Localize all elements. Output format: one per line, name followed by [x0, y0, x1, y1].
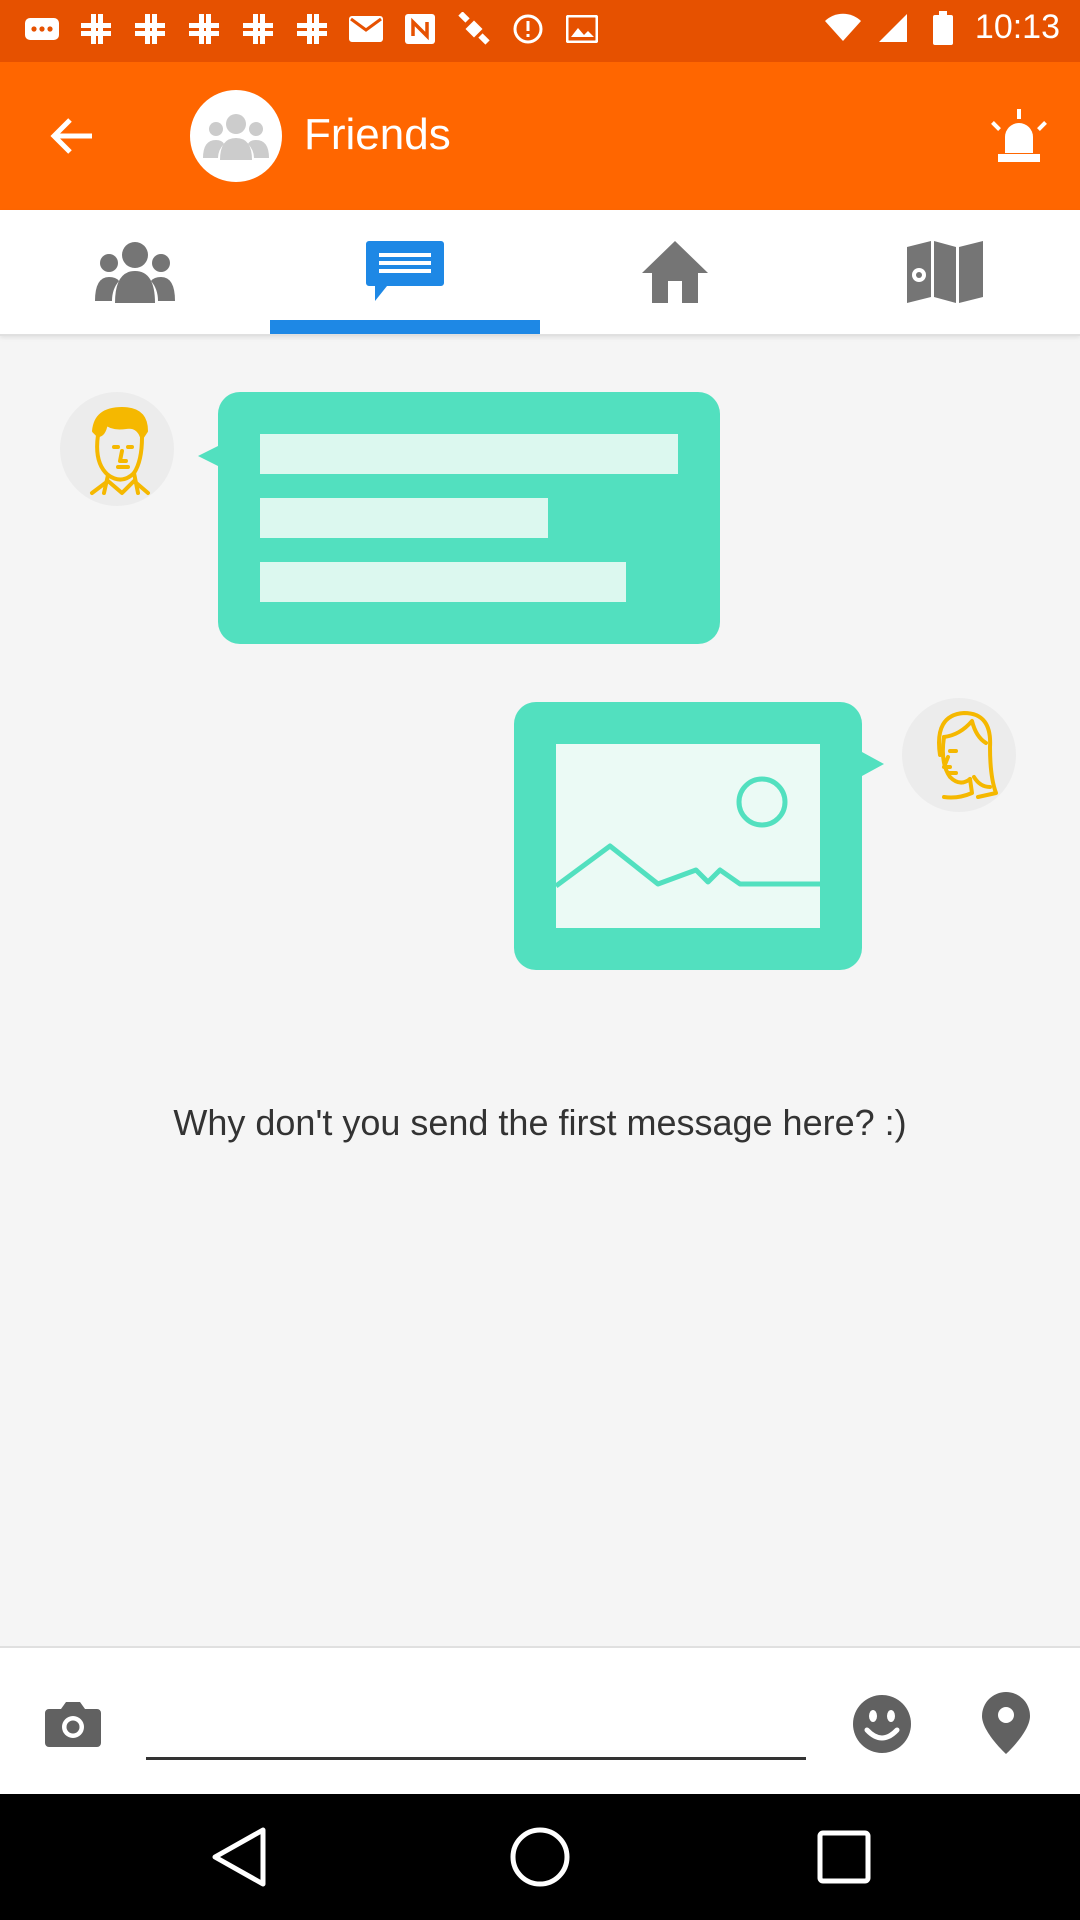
- battery-icon: [925, 10, 961, 46]
- location-pin-icon: [982, 1692, 1030, 1754]
- camera-icon: [45, 1702, 101, 1747]
- news-icon: [402, 12, 438, 46]
- tab-bar: [0, 210, 1080, 336]
- signal-icon: [875, 10, 911, 46]
- slack-icon: [186, 12, 222, 46]
- app-bar: Friends: [0, 62, 1080, 210]
- message-input[interactable]: [146, 1684, 806, 1760]
- nav-home-icon: [510, 1827, 570, 1887]
- smiley-icon: [853, 1695, 911, 1753]
- nav-recents-button[interactable]: [811, 1824, 877, 1890]
- emergency-alert-button[interactable]: [986, 102, 1052, 168]
- nav-recents-icon: [817, 1830, 871, 1884]
- page-title: Friends: [304, 110, 451, 159]
- nav-home-button[interactable]: [507, 1824, 573, 1890]
- group-icon: [203, 114, 269, 160]
- man-face-icon: [90, 407, 150, 495]
- system-navigation-bar: [0, 1794, 1080, 1920]
- slack-icon: [132, 12, 168, 46]
- slack-icon: [240, 12, 276, 46]
- tab-messages[interactable]: [270, 210, 540, 334]
- siren-icon: [991, 109, 1047, 162]
- satellite-icon: [456, 12, 492, 46]
- woman-face-icon: [937, 711, 998, 800]
- arrow-back-icon: [50, 118, 92, 154]
- status-time: 10:13: [974, 8, 1060, 46]
- wifi-icon: [824, 10, 861, 46]
- image-icon: [564, 12, 600, 46]
- people-icon: [95, 242, 175, 303]
- nav-back-button[interactable]: [206, 1824, 272, 1890]
- sent-image-illustration: [514, 702, 884, 975]
- message-composer: [0, 1646, 1080, 1794]
- empty-state-message: Why don't you send the first message her…: [173, 1102, 907, 1143]
- home-icon: [642, 241, 708, 303]
- tab-friends[interactable]: [0, 210, 270, 334]
- camera-button[interactable]: [40, 1694, 106, 1754]
- female-avatar-illustration: [902, 698, 1016, 812]
- more-icon: [24, 12, 60, 46]
- group-avatar[interactable]: [190, 90, 282, 182]
- alert-icon: [510, 12, 546, 46]
- location-button[interactable]: [976, 1690, 1036, 1756]
- tab-map[interactable]: [810, 210, 1080, 334]
- tab-home[interactable]: [540, 210, 810, 334]
- back-button[interactable]: [36, 104, 108, 168]
- notification-icons: [24, 12, 600, 46]
- email-icon: [348, 12, 384, 46]
- system-status: 10:13: [824, 8, 1060, 47]
- map-icon: [907, 241, 983, 303]
- received-message-illustration: [198, 392, 720, 649]
- chat-icon: [366, 241, 444, 301]
- emoji-button[interactable]: [850, 1692, 914, 1756]
- male-avatar-illustration: [60, 392, 174, 506]
- slack-icon: [294, 12, 330, 46]
- nav-back-icon: [212, 1827, 266, 1887]
- status-bar: 10:13: [0, 0, 1080, 62]
- slack-icon: [78, 12, 114, 46]
